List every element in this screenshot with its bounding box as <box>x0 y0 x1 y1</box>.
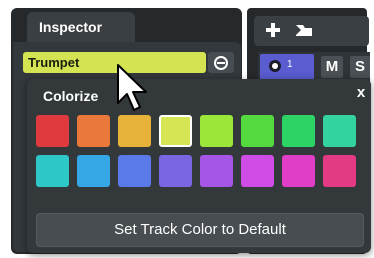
color-swatch[interactable] <box>282 155 315 187</box>
color-swatch[interactable] <box>159 115 192 147</box>
color-swatch[interactable] <box>36 155 69 187</box>
color-swatch[interactable] <box>77 115 110 147</box>
plus-icon <box>266 23 280 37</box>
solo-button[interactable]: S <box>350 56 370 78</box>
color-swatch[interactable] <box>241 115 274 147</box>
add-track-button[interactable] <box>264 21 282 39</box>
edit-icon <box>214 55 228 70</box>
colorize-title: Colorize <box>43 88 99 104</box>
mouse-cursor-icon <box>117 64 147 111</box>
close-button[interactable]: x <box>354 84 368 101</box>
add-track-from-template-icon <box>296 25 312 36</box>
edit-button[interactable] <box>208 52 234 73</box>
color-swatch[interactable] <box>159 155 192 187</box>
color-swatch[interactable] <box>200 115 233 147</box>
inspector-tab[interactable]: Inspector <box>27 12 135 42</box>
set-default-color-button[interactable]: Set Track Color to Default <box>36 213 364 247</box>
add-track-from-template-button[interactable] <box>294 22 314 38</box>
track-number: 1 <box>287 59 293 70</box>
color-swatch[interactable] <box>282 115 315 147</box>
record-icon <box>269 60 281 72</box>
color-swatch[interactable] <box>200 155 233 187</box>
mute-button[interactable]: M <box>321 56 343 78</box>
color-swatch-grid <box>36 115 364 187</box>
color-swatch[interactable] <box>323 155 356 187</box>
record-enable-button[interactable] <box>268 59 282 73</box>
color-swatch[interactable] <box>118 115 151 147</box>
color-swatch[interactable] <box>36 115 69 147</box>
color-swatch[interactable] <box>323 115 356 147</box>
color-swatch[interactable] <box>77 155 110 187</box>
color-swatch[interactable] <box>241 155 274 187</box>
track-name-field[interactable]: Trumpet <box>23 52 206 73</box>
app-window: Inspector Trumpet 1 M S Colorize x Set T… <box>0 0 374 258</box>
color-swatch[interactable] <box>118 155 151 187</box>
